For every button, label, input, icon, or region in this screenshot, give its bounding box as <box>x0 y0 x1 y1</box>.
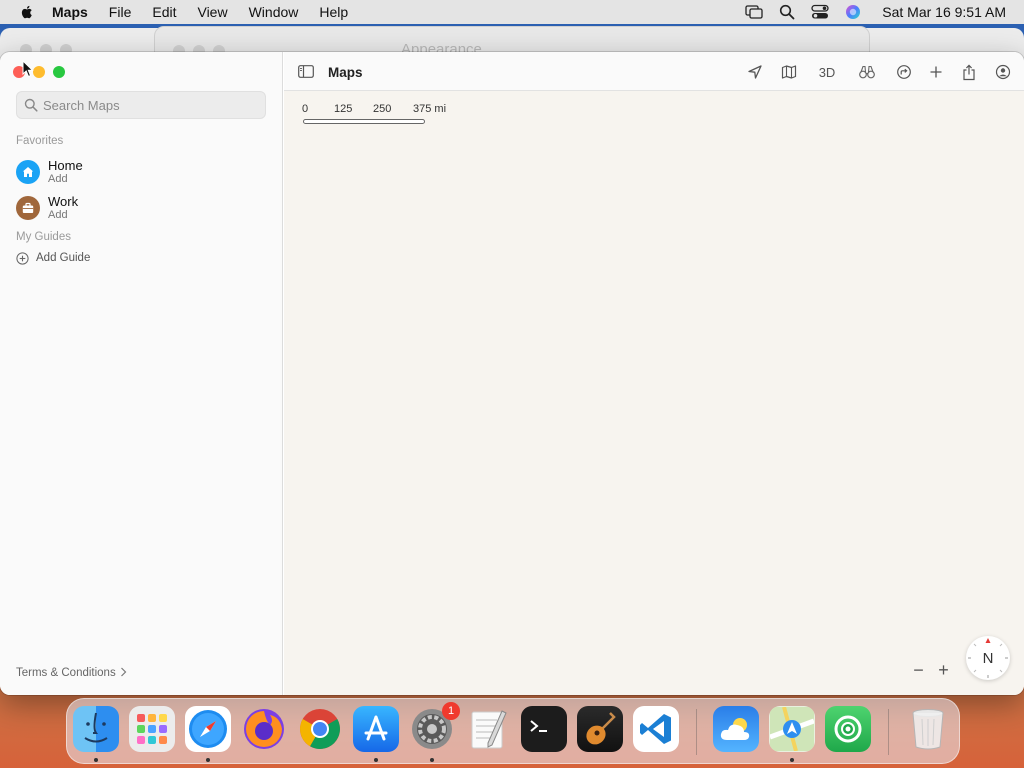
menu-window[interactable]: Window <box>249 4 299 20</box>
safari-icon <box>189 710 227 748</box>
textedit-icon <box>471 710 507 749</box>
add-guide-button[interactable]: Add Guide <box>16 250 90 266</box>
3d-button[interactable]: 3D <box>814 62 840 82</box>
terms-and-conditions-link[interactable]: Terms & Conditions <box>16 667 127 679</box>
dock-finder[interactable] <box>73 706 119 752</box>
look-around-icon[interactable] <box>857 62 877 82</box>
scale-bar: 0 125 250 375 mi <box>302 103 462 129</box>
plus-circle-icon <box>16 251 29 265</box>
menu-bar: Maps File Edit View Window Help Sat Mar … <box>0 0 1024 24</box>
dock-trash[interactable] <box>905 706 951 752</box>
scale-label: 375 mi <box>413 103 447 115</box>
maps-window: Favorites Home Add Work Add My Guides Ad… <box>0 52 1024 695</box>
search-input[interactable] <box>43 94 263 116</box>
find-my-icon <box>834 715 862 743</box>
favorite-work-name: Work <box>48 194 79 209</box>
compass-north-label: N <box>982 649 994 667</box>
dock-garageband[interactable] <box>577 706 623 752</box>
launchpad-icon <box>137 714 167 744</box>
dock-vscode[interactable] <box>633 706 679 752</box>
dock-separator <box>696 709 697 755</box>
menu-clock[interactable]: Sat Mar 16 9:51 AM <box>882 4 1006 20</box>
running-indicator <box>374 758 378 762</box>
dock-weather[interactable] <box>713 706 759 752</box>
finder-icon <box>84 712 108 743</box>
guitar-icon <box>586 712 616 745</box>
vscode-icon <box>640 714 671 744</box>
dock-find-my[interactable] <box>825 706 871 752</box>
menu-view[interactable]: View <box>197 4 227 20</box>
sidebar: Favorites Home Add Work Add My Guides Ad… <box>0 52 283 695</box>
dock-maps[interactable] <box>769 706 815 752</box>
dock: 1 <box>66 698 960 764</box>
notification-badge: 1 <box>442 702 460 720</box>
running-indicator <box>94 758 98 762</box>
dock-firefox[interactable] <box>241 706 287 752</box>
search-icon <box>24 98 38 112</box>
account-icon[interactable] <box>993 62 1013 82</box>
favorites-heading: Favorites <box>16 135 64 147</box>
scale-label: 250 <box>373 103 392 115</box>
scale-label: 125 <box>334 103 353 115</box>
directions-icon[interactable] <box>894 62 914 82</box>
chrome-icon <box>300 709 340 749</box>
menu-app-name[interactable]: Maps <box>52 4 88 20</box>
zoom-out-button[interactable]: − <box>913 660 924 681</box>
add-icon[interactable] <box>926 62 946 82</box>
dock-app-store[interactable] <box>353 706 399 752</box>
dock-separator <box>888 709 889 755</box>
spotlight-search-icon[interactable] <box>777 2 797 22</box>
app-store-icon <box>364 715 388 741</box>
search-field[interactable] <box>16 91 266 119</box>
weather-cloud-icon <box>720 718 750 740</box>
favorite-home-name: Home <box>48 158 83 173</box>
home-icon <box>16 160 40 184</box>
apple-menu-icon[interactable] <box>18 3 36 21</box>
scale-bar-line <box>303 119 425 124</box>
maps-icon <box>770 707 814 751</box>
my-guides-heading: My Guides <box>16 231 71 243</box>
menu-file[interactable]: File <box>109 4 132 20</box>
zoom-controls: − + <box>906 656 956 684</box>
zoom-in-button[interactable]: + <box>938 660 949 681</box>
dock-terminal[interactable] <box>521 706 567 752</box>
briefcase-icon <box>16 196 40 220</box>
favorite-work[interactable]: Work Add <box>16 194 266 226</box>
favorite-home[interactable]: Home Add <box>16 158 266 190</box>
minimize-button[interactable] <box>33 66 45 78</box>
map-view[interactable]: 0 125 250 375 mi − + N <box>284 91 1024 695</box>
dock-launchpad[interactable] <box>129 706 175 752</box>
trash-icon <box>912 709 944 750</box>
dock-chrome[interactable] <box>297 706 343 752</box>
favorite-work-add: Add <box>48 209 68 221</box>
location-arrow-icon[interactable] <box>745 62 765 82</box>
terms-label: Terms & Conditions <box>16 667 116 679</box>
share-icon[interactable] <box>959 62 979 82</box>
screen-mirroring-icon[interactable] <box>744 2 764 22</box>
add-guide-label: Add Guide <box>36 252 91 264</box>
dock-safari[interactable] <box>185 706 231 752</box>
mouse-pointer-icon <box>22 60 34 78</box>
sidebar-toggle-icon[interactable] <box>298 65 314 78</box>
menu-help[interactable]: Help <box>319 4 348 20</box>
compass-button[interactable]: N <box>966 636 1010 680</box>
window-title: Maps <box>328 65 363 80</box>
chevron-right-icon <box>120 667 127 677</box>
running-indicator <box>206 758 210 762</box>
siri-icon[interactable] <box>843 2 863 22</box>
running-indicator <box>430 758 434 762</box>
control-center-icon[interactable] <box>810 2 830 22</box>
dock-textedit[interactable] <box>465 706 511 752</box>
scale-label: 0 <box>302 103 309 115</box>
favorite-home-add: Add <box>48 173 68 185</box>
menu-edit[interactable]: Edit <box>152 4 176 20</box>
running-indicator <box>790 758 794 762</box>
maximize-button[interactable] <box>53 66 65 78</box>
toolbar: Maps 3D <box>284 52 1024 91</box>
map-mode-icon[interactable] <box>779 62 799 82</box>
terminal-icon <box>530 720 547 732</box>
firefox-icon <box>244 709 284 749</box>
